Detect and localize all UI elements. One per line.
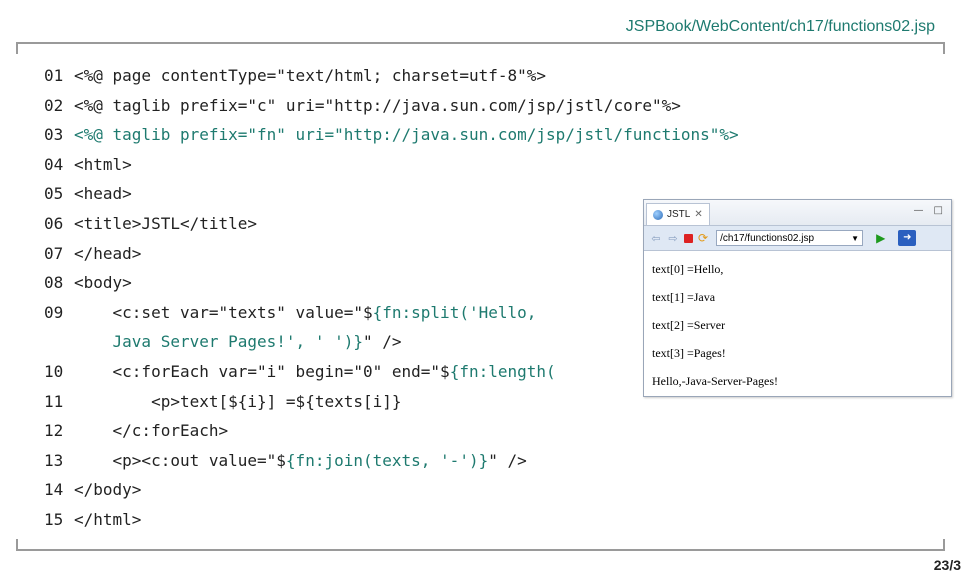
code-text: <%@ taglib prefix="fn" uri="http://java.…: [74, 125, 739, 145]
file-path: JSPBook/WebContent/ch17/functions02.jsp: [625, 18, 935, 35]
url-input[interactable]: /ch17/functions02.jsp ▼: [716, 230, 864, 247]
code-line: 09 <c:set var="texts" value="${fn:split(…: [44, 299, 536, 327]
browser-window: JSTL ✕ — □ ⇦ ⇨ ⟳ /ch17/functions02.jsp ▼…: [643, 199, 952, 397]
line-number: 04: [44, 154, 64, 174]
browser-tabbar: JSTL ✕ — □: [644, 200, 951, 226]
page-number: 23/3: [933, 557, 961, 573]
code-text: <p><c:out value="${fn:join(texts, '-')}"…: [74, 450, 527, 470]
line-number: 02: [44, 95, 64, 115]
code-line: 05 <head>: [44, 180, 132, 208]
code-text: </html>: [74, 510, 142, 529]
browser-toolbar: ⇦ ⇨ ⟳ /ch17/functions02.jsp ▼ ▶ ➜: [644, 226, 951, 251]
code-text: <%@ taglib prefix="c" uri="http://java.s…: [74, 95, 681, 115]
code-text: </c:forEach>: [74, 421, 229, 441]
code-line: 06 <title>JSTL</title>: [44, 210, 257, 238]
line-number: 10: [44, 362, 64, 381]
code-line: 04 <html>: [44, 151, 132, 179]
chevron-down-icon[interactable]: ▼: [851, 231, 859, 247]
line-number: 14: [44, 480, 64, 500]
code-line: 03 <%@ taglib prefix="fn" uri="http://jav…: [44, 121, 739, 149]
code-line: 08 <body>: [44, 269, 132, 297]
line-number: 09: [44, 302, 64, 322]
code-line: 07 </head>: [44, 240, 141, 268]
code-text: <html>: [74, 154, 132, 174]
tab-label: JSTL: [667, 208, 691, 220]
line-number: 06: [44, 214, 64, 233]
line-number: 07: [44, 243, 64, 263]
code-text: <c:set var="texts" value="${fn:split('He…: [74, 302, 537, 322]
code-line: 02 <%@ taglib prefix="c" uri="http://java…: [44, 92, 681, 120]
output-line: text[0] =Hello,: [652, 262, 724, 276]
line-number: 12: [44, 421, 64, 441]
code-line: 15 </html>: [44, 506, 141, 534]
forward-arrow-icon[interactable]: ⇨: [667, 232, 679, 245]
code-text: <head>: [74, 184, 132, 204]
code-line: 10 <c:forEach var="i" begin="0" end="${f…: [44, 358, 556, 386]
line-number: 11: [44, 391, 64, 411]
code-text: <title>JSTL</title>: [74, 214, 258, 233]
code-text: <body>: [74, 273, 132, 293]
globe-icon: [653, 209, 663, 220]
close-icon[interactable]: ✕: [694, 205, 702, 225]
output-line: text[2] =Server: [652, 318, 726, 332]
code-text: </head>: [74, 243, 142, 263]
url-text: /ch17/functions02.jsp: [720, 233, 815, 244]
back-arrow-icon[interactable]: ⇦: [650, 232, 662, 245]
browser-tab[interactable]: JSTL ✕: [646, 203, 710, 225]
refresh-icon[interactable]: ⟳: [698, 231, 708, 245]
code-text: <p>text[${i}] =${texts[i]}: [74, 391, 402, 411]
maximize-icon[interactable]: □: [934, 205, 943, 216]
output-line: text[3] =Pages!: [652, 346, 726, 360]
code-text: Java Server Pages!', ' ')}" />: [74, 332, 402, 352]
output-line: text[1] =Java: [652, 290, 716, 304]
line-number: 01: [44, 66, 64, 85]
code-text: </body>: [74, 480, 142, 500]
line-number: 13: [44, 450, 64, 470]
code-text: <%@ page contentType="text/html; charset…: [74, 66, 547, 85]
line-number: 15: [44, 510, 64, 529]
line-number: 05: [44, 184, 64, 204]
browser-content: text[0] =Hello, text[1] =Java text[2] =Ser…: [644, 251, 951, 399]
code-line: 01 <%@ page contentType="text/html; chars…: [44, 62, 546, 90]
code-line: 11 <p>text[${i}] =${texts[i]}: [44, 388, 402, 416]
minimize-icon[interactable]: —: [914, 205, 924, 216]
external-browser-icon[interactable]: ➜: [898, 230, 917, 246]
code-line: 13 <p><c:out value="${fn:join(texts, '-'…: [44, 447, 527, 475]
go-icon[interactable]: ▶: [876, 231, 885, 245]
code-line: 12 </c:forEach>: [44, 417, 228, 445]
code-line: 14 </body>: [44, 476, 141, 504]
line-number: 03: [44, 125, 64, 145]
output-line: Hello,-Java-Server-Pages!: [652, 374, 779, 388]
line-number: 08: [44, 273, 64, 293]
stop-icon[interactable]: [684, 233, 693, 243]
code-text: <c:forEach var="i" begin="0" end="${fn:l…: [74, 362, 556, 381]
code-line: Java Server Pages!', ' ')}" />: [44, 328, 402, 356]
